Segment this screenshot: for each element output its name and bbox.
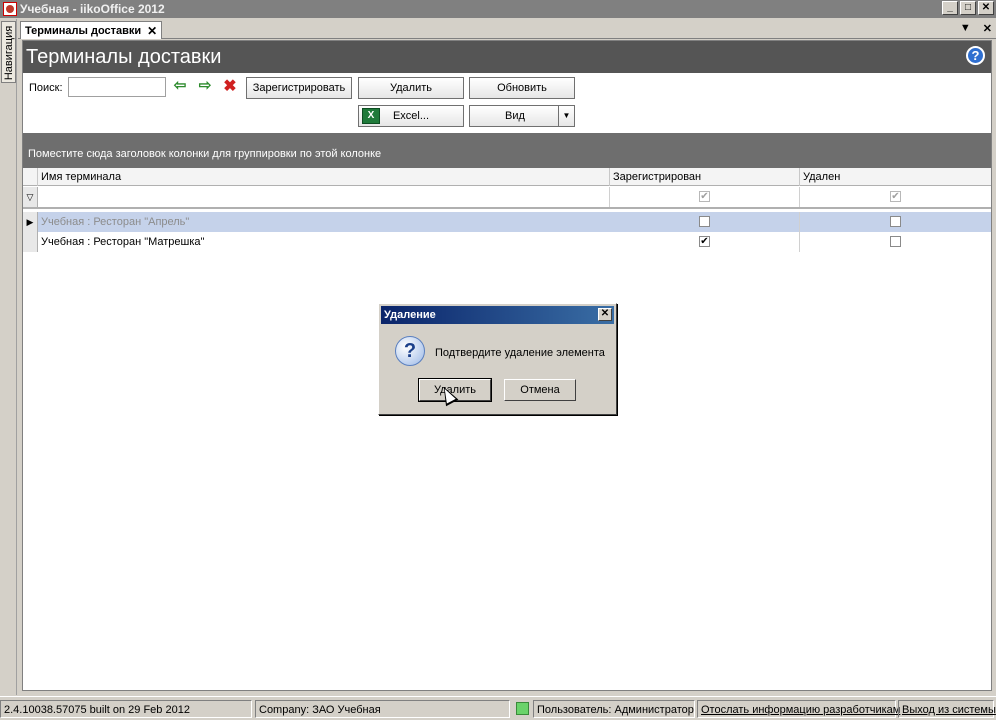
close-window-button[interactable]: ✕ [978,1,994,15]
column-header-deleted[interactable]: Удален [800,168,991,186]
column-header-name[interactable]: Имя терминала [38,168,610,186]
tab-label: Терминалы доставки [25,24,142,37]
registered-checkbox[interactable]: ✔ [699,236,710,247]
registered-cell: ✔ [610,232,800,252]
group-by-hint: Поместите сюда заголовок колонки для гру… [28,148,382,160]
row-indicator [23,232,38,252]
view-button-label: Вид [505,110,525,122]
document-tabbar: Терминалы доставки ✕ ▼ ✕ [18,19,996,39]
tab-delivery-terminals[interactable]: Терминалы доставки ✕ [20,21,163,39]
dialog-title: Удаление [384,309,436,321]
deleted-checkbox[interactable] [890,216,901,227]
view-dropdown-button[interactable]: Вид ▼ [469,105,575,127]
chevron-down-icon[interactable]: ▼ [558,106,574,126]
column-header-registered[interactable]: Зарегистрирован [610,168,800,186]
group-by-panel[interactable]: Поместите сюда заголовок колонки для гру… [23,133,991,168]
filter-deleted-checkbox[interactable]: ✔ [890,191,901,202]
excel-icon: X [362,108,380,124]
app-logo-icon [3,2,17,16]
table-row[interactable]: Учебная : Ресторан "Матрешка" ✔ [23,232,991,252]
search-input[interactable] [68,77,166,97]
tab-list-dropdown-icon[interactable]: ▼ [960,22,971,35]
filter-icon[interactable]: ▽ [23,187,38,207]
registered-cell [610,212,800,232]
row-pointer-icon: ▶ [23,212,38,232]
tab-close-all-icon[interactable]: ✕ [983,22,992,35]
tab-close-icon[interactable]: ✕ [147,24,157,38]
excel-button-label: Excel... [392,110,430,122]
status-version: 2.4.10038.57075 built on 29 Feb 2012 [0,700,252,718]
terminal-name: Учебная : Ресторан "Апрель" [41,216,190,228]
deleted-checkbox[interactable] [890,236,901,247]
page-header: Терминалы доставки ? [23,41,991,73]
question-icon: ? [395,336,425,366]
navigation-tab-label: Навигация [3,25,15,81]
header-indicator-cell [23,168,38,186]
register-button[interactable]: Зарегистрировать [246,77,352,99]
tabbar-controls: ▼ ✕ [960,22,992,35]
arrow-left-icon[interactable]: ⇦ [171,78,189,95]
navigation-tab[interactable]: Навигация [1,21,16,83]
window-controls: _ □ ✕ [942,1,994,15]
status-bar: 2.4.10038.57075 built on 29 Feb 2012 Com… [0,696,996,720]
page-title: Терминалы доставки [26,46,222,68]
maximize-button[interactable]: □ [960,1,976,15]
filter-name-cell[interactable] [38,187,610,207]
cancel-button[interactable]: Отмена [504,379,576,401]
help-icon[interactable]: ? [966,46,985,65]
arrow-right-icon[interactable]: ⇨ [196,78,214,95]
terminal-name: Учебная : Ресторан "Матрешка" [41,236,205,248]
refresh-button[interactable]: Обновить [469,77,575,99]
dialog-close-button[interactable]: ✕ [598,308,612,321]
window-titlebar: Учебная - iikoOffice 2012 _ □ ✕ [0,0,996,18]
connection-status-icon [516,702,529,715]
filter-registered-checkbox[interactable]: ✔ [699,191,710,202]
status-user: Пользователь: Администратор [533,700,695,718]
send-info-link[interactable]: Отослать информацию разработчикам [697,700,900,718]
minimize-button[interactable]: _ [942,1,958,15]
delete-button[interactable]: Удалить [358,77,464,99]
registered-checkbox[interactable] [699,216,710,227]
logout-link[interactable]: Выход из системы [898,700,996,718]
dialog-message: Подтвердите удаление элемента [435,347,605,359]
delete-confirm-dialog: Удаление ✕ ? Подтвердите удаление элемен… [378,303,617,415]
search-label: Поиск: [29,82,63,94]
grid-header: Имя терминала Зарегистрирован Удален [23,168,991,186]
deleted-cell [800,212,991,232]
filter-deleted-cell[interactable]: ✔ [800,187,991,207]
deleted-cell [800,232,991,252]
filter-registered-cell[interactable]: ✔ [610,187,800,207]
dialog-titlebar: Удаление ✕ [381,306,614,324]
table-row[interactable]: ▶ Учебная : Ресторан "Апрель" [23,212,991,232]
navigation-strip: Навигация [0,19,17,695]
status-company: Company: ЗАО Учебная [255,700,510,718]
filter-row: ▽ ✔ ✔ [23,187,991,209]
window-title: Учебная - iikoOffice 2012 [20,2,165,16]
excel-export-button[interactable]: X Excel... [358,105,464,127]
clear-search-icon[interactable]: ✖ [222,78,238,96]
